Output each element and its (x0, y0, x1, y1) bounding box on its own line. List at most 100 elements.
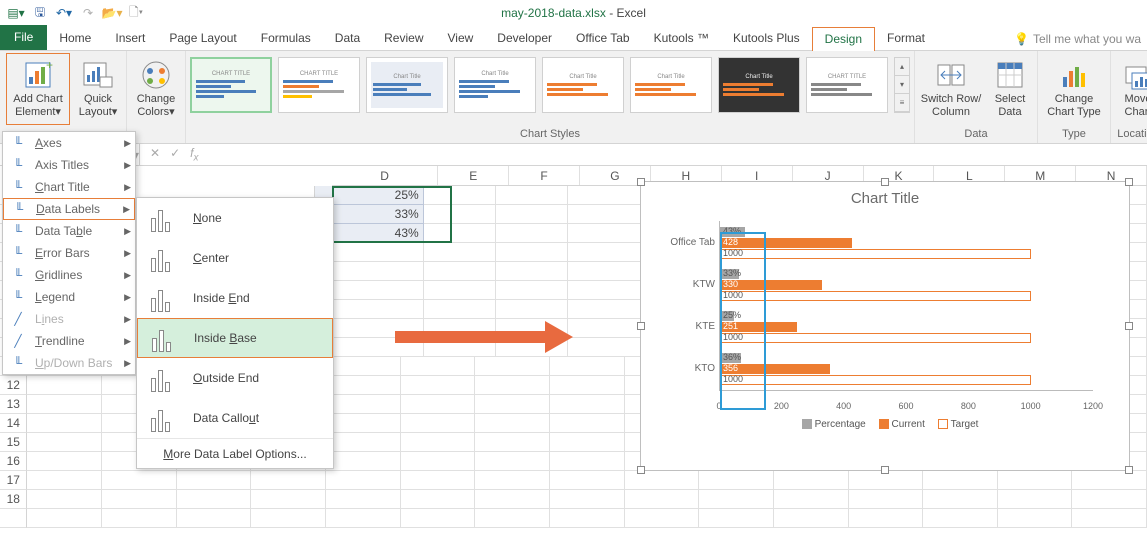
change-chart-type-label: ChangeChart Type (1047, 93, 1101, 119)
tab-home[interactable]: Home (47, 27, 103, 50)
submenu-center[interactable]: Center (137, 238, 333, 278)
select-data-label: SelectData (995, 93, 1026, 119)
group-type: Type (1062, 126, 1086, 142)
tab-developer[interactable]: Developer (485, 27, 564, 50)
chart-styles-gallery[interactable]: CHART TITLE CHART TITLE Chart Title Char… (190, 53, 910, 113)
tab-insert[interactable]: Insert (103, 27, 157, 50)
switch-row-column-icon (935, 59, 967, 91)
tab-page-layout[interactable]: Page Layout (157, 27, 248, 50)
tab-office-tab[interactable]: Office Tab (564, 27, 642, 50)
menu-chart-title[interactable]: ╙Chart Title▶ (3, 176, 135, 198)
submenu-inside-end[interactable]: Inside End (137, 278, 333, 318)
tab-kutools-plus[interactable]: Kutools Plus (721, 27, 812, 50)
embedded-chart[interactable]: Chart Title Office Tab43%4281000KTW33%33… (640, 181, 1130, 471)
error-bars-icon: ╙ (9, 244, 27, 262)
submenu-inside-base[interactable]: Inside Base (137, 318, 333, 358)
fx-icon[interactable]: fx (190, 146, 198, 163)
legend-swatch-percentage (802, 419, 812, 429)
change-chart-type-icon (1058, 59, 1090, 91)
cancel-icon[interactable]: ✕ (150, 146, 160, 163)
menu-error-bars[interactable]: ╙Error Bars▶ (3, 242, 135, 264)
quick-layout-button[interactable]: QuickLayout▾ (74, 53, 122, 125)
data-labels-highlight (720, 232, 766, 410)
data-labels-icon: ╙ (10, 200, 28, 218)
change-colors-button[interactable]: ChangeColors▾ (131, 53, 181, 125)
lightbulb-icon: 💡 (1014, 32, 1029, 46)
up-down-bars-icon: ╙ (9, 354, 27, 372)
enter-icon[interactable]: ✓ (170, 146, 180, 163)
select-data-icon (994, 59, 1026, 91)
chart-legend[interactable]: Percentage Current Target (641, 419, 1129, 430)
menu-data-labels[interactable]: ╙Data Labels▶ (3, 198, 135, 220)
chart-style-4[interactable]: Chart Title (454, 57, 536, 113)
annotation-arrow (395, 321, 573, 353)
add-chart-element-button[interactable]: + Add ChartElement▾ (6, 53, 70, 125)
group-chart-styles: Chart Styles (520, 126, 580, 142)
tell-me-search[interactable]: 💡 Tell me what you wa (1008, 28, 1147, 50)
menu-up-down-bars: ╙Up/Down Bars▶ (3, 352, 135, 374)
axis-titles-icon: ╙ (9, 156, 27, 174)
add-chart-element-menu: ╙Axes▶ ╙Axis Titles▶ ╙Chart Title▶ ╙Data… (2, 131, 136, 375)
change-chart-type-button[interactable]: ChangeChart Type (1042, 53, 1106, 125)
gridlines-icon: ╙ (9, 266, 27, 284)
quick-layout-icon (82, 59, 114, 91)
change-colors-icon (140, 59, 172, 91)
submenu-more-options[interactable]: More Data Label Options... (137, 438, 333, 468)
legend-icon: ╙ (9, 288, 27, 306)
legend-swatch-target (938, 419, 948, 429)
tab-kutools[interactable]: Kutools ™ (642, 27, 721, 50)
chart-style-2[interactable]: CHART TITLE (278, 57, 360, 113)
quick-access-toolbar: ▤▾ 🖫 ↶▾ ↷ 📂▾ 🗋▾ may-2018-data.xlsx - Exc… (0, 0, 1147, 26)
tab-view[interactable]: View (436, 27, 486, 50)
tab-formulas[interactable]: Formulas (249, 27, 323, 50)
chart-style-8[interactable]: CHART TITLE (806, 57, 888, 113)
switch-row-column-label: Switch Row/Column (921, 93, 982, 119)
chart-style-1[interactable]: CHART TITLE (190, 57, 272, 113)
menu-data-table[interactable]: ╙Data Table▶ (3, 220, 135, 242)
submenu-none[interactable]: None (137, 198, 333, 238)
menu-gridlines[interactable]: ╙Gridlines▶ (3, 264, 135, 286)
tab-format[interactable]: Format (875, 27, 937, 50)
chart-title[interactable]: Chart Title (641, 190, 1129, 207)
chart-style-7[interactable]: Chart Title (718, 57, 800, 113)
lines-icon: ╱ (9, 310, 27, 328)
add-chart-element-label: Add ChartElement▾ (13, 93, 63, 119)
submenu-outside-end[interactable]: Outside End (137, 358, 333, 398)
menu-trendline[interactable]: ╱Trendline▶ (3, 330, 135, 352)
file-name: may-2018-data.xlsx (501, 6, 606, 20)
legend-swatch-current (879, 419, 889, 429)
tab-file[interactable]: File (0, 25, 47, 50)
tab-data[interactable]: Data (323, 27, 372, 50)
add-chart-element-icon: + (22, 59, 54, 91)
formula-bar: ▾ ✕ ✓ fx (0, 144, 1147, 166)
ribbon-tabs: File Home Insert Page Layout Formulas Da… (0, 26, 1147, 51)
move-chart-label: MoveChart (1125, 93, 1147, 119)
axes-icon: ╙ (9, 134, 27, 152)
group-data: Data (964, 126, 987, 142)
trendline-icon: ╱ (9, 332, 27, 350)
move-chart-icon (1122, 59, 1147, 91)
menu-axis-titles[interactable]: ╙Axis Titles▶ (3, 154, 135, 176)
chart-styles-scroll[interactable]: ▴▾≡ (894, 57, 910, 113)
ribbon: + Add ChartElement▾ QuickLayout▾ Chart L… (0, 51, 1147, 144)
menu-axes[interactable]: ╙Axes▶ (3, 132, 135, 154)
menu-legend[interactable]: ╙Legend▶ (3, 286, 135, 308)
data-table-icon: ╙ (9, 222, 27, 240)
menu-lines: ╱Lines▶ (3, 308, 135, 330)
chart-style-3[interactable]: Chart Title (366, 57, 448, 113)
chart-x-axis: 020040060080010001200 (719, 401, 1093, 415)
submenu-data-callout[interactable]: Data Callout (137, 398, 333, 438)
data-labels-submenu: None Center Inside End Inside Base Outsi… (136, 197, 334, 469)
tab-review[interactable]: Review (372, 27, 435, 50)
cell-selection (332, 186, 452, 243)
select-data-button[interactable]: SelectData (987, 53, 1033, 125)
window-title: may-2018-data.xlsx - Excel (0, 6, 1147, 20)
switch-row-column-button[interactable]: Switch Row/Column (919, 53, 983, 125)
tab-design[interactable]: Design (812, 27, 875, 51)
app-name: Excel (617, 6, 646, 20)
chart-style-6[interactable]: Chart Title (630, 57, 712, 113)
move-chart-button[interactable]: MoveChart (1115, 53, 1147, 125)
chart-style-5[interactable]: Chart Title (542, 57, 624, 113)
chart-title-icon: ╙ (9, 178, 27, 196)
chart-plot-area[interactable]: Office Tab43%4281000KTW33%3301000KTE25%2… (719, 221, 1093, 391)
